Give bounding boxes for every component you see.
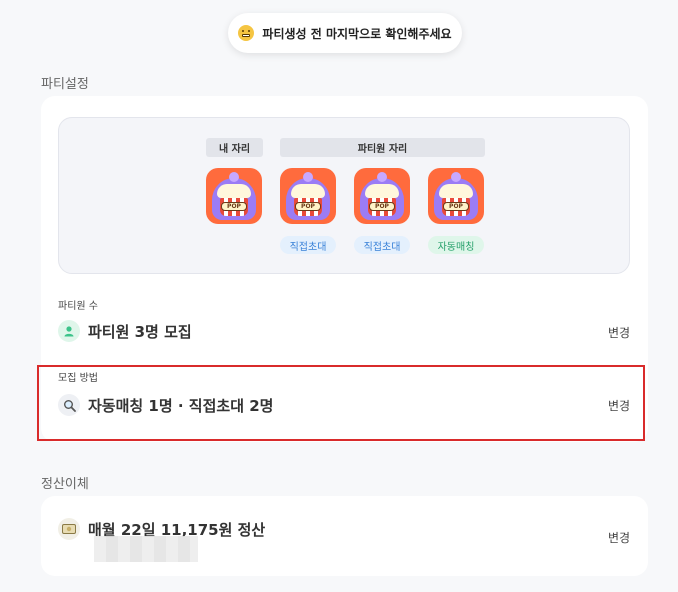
my-seat-label: 내 자리 [206, 138, 263, 157]
tag-direct-invite-1: 직접초대 [280, 236, 336, 254]
recruit-method-highlight [37, 365, 645, 441]
money-icon [58, 518, 80, 540]
member-avatar-3: POP [428, 168, 484, 224]
member-seats-label: 파티원 자리 [280, 138, 485, 157]
confirm-toast: 파티생성 전 마지막으로 확인해주세요 [228, 13, 462, 53]
my-avatar: POP [206, 168, 262, 224]
member-avatar-2: POP [354, 168, 410, 224]
party-settings-title: 파티설정 [41, 77, 89, 92]
member-count-value: 파티원 3명 모집 [88, 322, 192, 341]
change-settlement-button[interactable]: 변경 [608, 529, 630, 546]
popcorn-label: POP [295, 202, 321, 211]
grimace-emoji-icon [238, 25, 255, 41]
toast-text: 파티생성 전 마지막으로 확인해주세요 [262, 26, 452, 41]
member-avatar-1: POP [280, 168, 336, 224]
seat-preview-box: 내 자리 파티원 자리 POP POP POP POP 직접초대 직접초대 자동… [58, 117, 630, 274]
popcorn-label: POP [221, 202, 247, 211]
member-count-label: 파티원 수 [58, 301, 98, 312]
settlement-title: 정산이체 [41, 477, 89, 492]
tag-direct-invite-2: 직접초대 [354, 236, 410, 254]
blurred-account-info [94, 536, 198, 562]
member-count-value-row: 파티원 3명 모집 [58, 320, 192, 342]
popcorn-label: POP [443, 202, 469, 211]
change-member-count-button[interactable]: 변경 [608, 324, 630, 341]
popcorn-label: POP [369, 202, 395, 211]
person-icon [58, 320, 80, 342]
tag-auto-match: 자동매칭 [428, 236, 484, 254]
